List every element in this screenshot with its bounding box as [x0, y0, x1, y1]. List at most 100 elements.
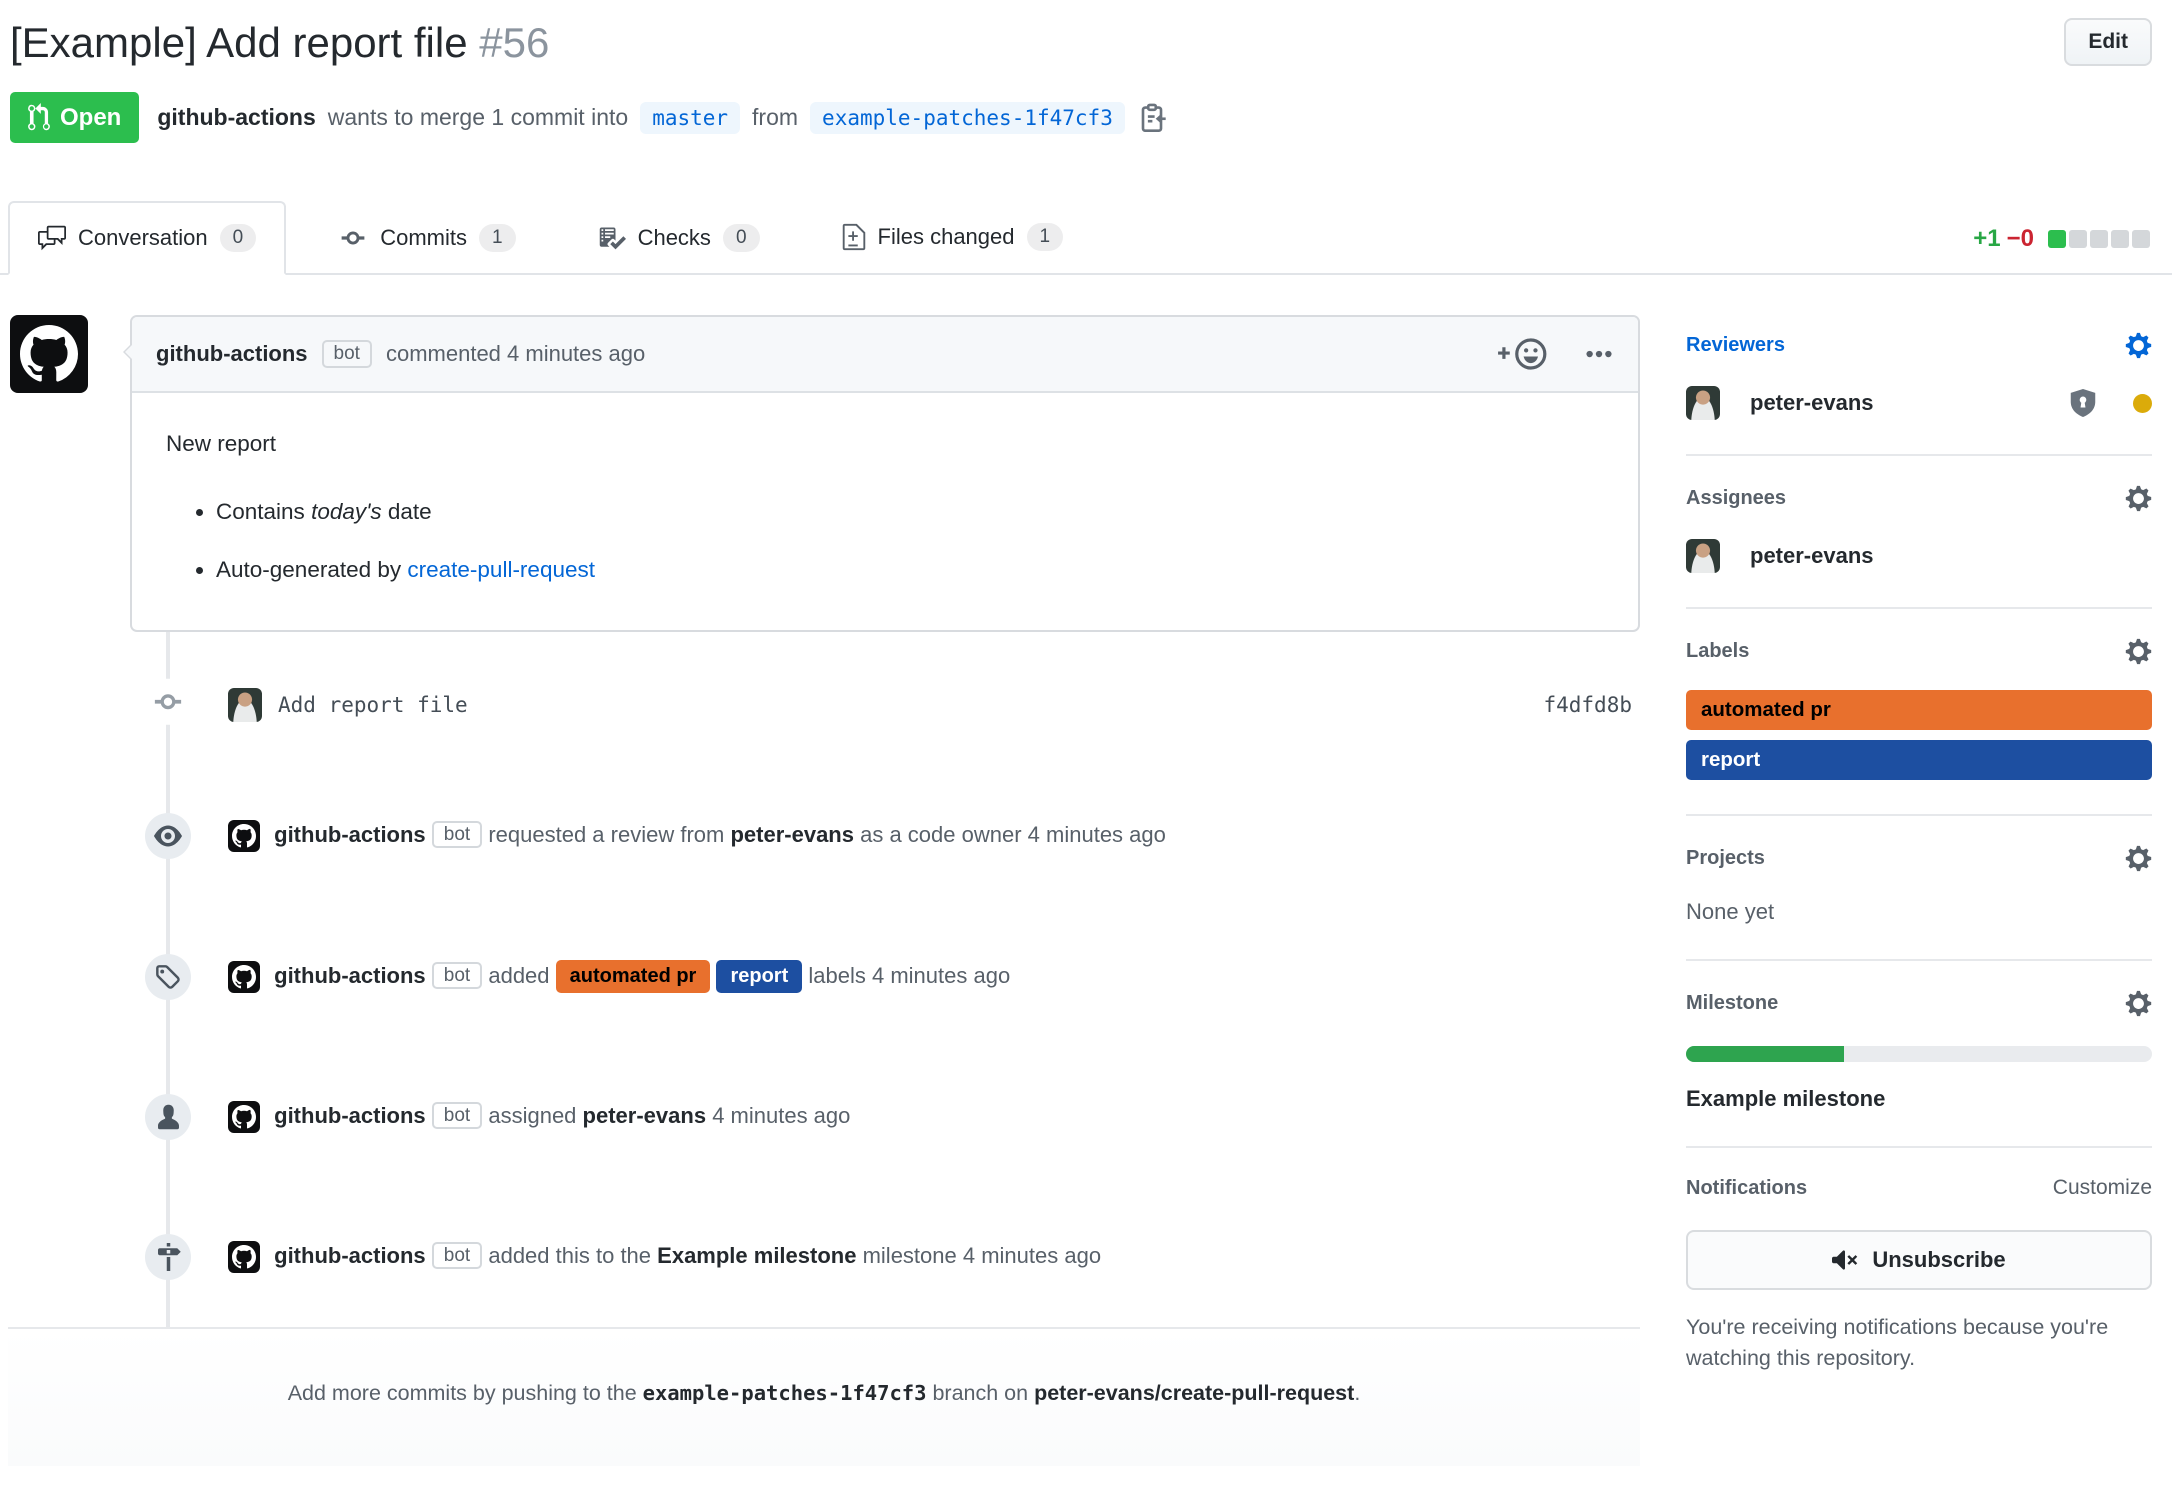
milestone-progress-bar [1686, 1046, 2152, 1062]
diffstat[interactable]: +1 −0 [1973, 225, 2150, 253]
assignees-heading-row[interactable]: Assignees [1686, 484, 2152, 513]
octocat-icon [20, 325, 78, 383]
commit-row: Add report file f4dfd8b [8, 632, 1640, 766]
tab-label: Files changed [878, 224, 1015, 250]
file-diff-icon [842, 222, 866, 252]
tab-checks[interactable]: Checks 0 [568, 201, 790, 275]
sidebar-label-report[interactable]: report [1686, 740, 2152, 780]
tab-label: Commits [380, 225, 467, 251]
reviewer-name-link[interactable]: peter-evans [1750, 390, 1874, 416]
pr-number: #56 [479, 19, 549, 66]
github-actions-avatar[interactable] [10, 315, 88, 393]
edit-button[interactable]: Edit [2064, 18, 2152, 66]
event-actor-avatar[interactable] [228, 961, 260, 993]
pr-status-row: Open github-actions wants to merge 1 com… [10, 92, 2152, 143]
event-subject-link[interactable]: peter-evans [730, 822, 854, 847]
gear-icon[interactable] [2125, 637, 2152, 666]
commit-sha-link[interactable]: f4dfd8b [1543, 693, 1632, 717]
milestone-name-link[interactable]: Example milestone [1686, 1086, 2152, 1112]
timeline-event-milestoned: github-actions bot added this to the Exa… [8, 1187, 1640, 1327]
kebab-menu-button[interactable] [1584, 339, 1614, 369]
tab-files-changed[interactable]: Files changed 1 [812, 199, 1094, 275]
sidebar-label-automated-pr[interactable]: automated pr [1686, 690, 2152, 730]
kebab-horizontal-icon [1584, 339, 1614, 369]
head-branch-label[interactable]: example-patches-1f47cf3 [810, 102, 1125, 134]
projects-heading-row[interactable]: Projects [1686, 844, 2152, 873]
merge-summary: github-actions wants to merge 1 commit i… [157, 102, 1167, 134]
comment-intro: New report [166, 427, 1604, 461]
comment-timestamp-link[interactable]: commented 4 minutes ago [386, 341, 645, 367]
commit-message-link[interactable]: Add report file [278, 693, 468, 717]
label-automated-pr[interactable]: automated pr [556, 960, 711, 993]
event-timestamp-link[interactable]: 4 minutes ago [963, 1243, 1101, 1268]
timeline: Add report file f4dfd8b github-actions b… [8, 632, 1640, 1327]
comment-body: New report Contains today's date Auto-ge… [132, 393, 1638, 630]
event-timestamp-link[interactable]: 4 minutes ago [1028, 822, 1166, 847]
projects-section: Projects None yet [1686, 814, 2152, 959]
label-report[interactable]: report [716, 960, 802, 993]
tab-commits[interactable]: Commits 1 [308, 201, 545, 275]
git-commit-icon [146, 679, 190, 725]
event-text: as a code owner [860, 822, 1021, 847]
pr-author-link[interactable]: github-actions [157, 104, 315, 131]
committer-avatar[interactable] [228, 688, 262, 722]
comment-author-link[interactable]: github-actions [156, 341, 308, 367]
base-branch-label[interactable]: master [640, 102, 740, 134]
timeline-event-assigned: github-actions bot assigned peter-evans … [8, 1047, 1640, 1187]
create-pull-request-link[interactable]: create-pull-request [407, 557, 595, 582]
event-actor-avatar[interactable] [228, 1241, 260, 1273]
gear-icon[interactable] [2125, 484, 2152, 513]
projects-heading: Projects [1686, 847, 1765, 870]
add-reaction-button[interactable] [1498, 337, 1550, 371]
tab-conversation[interactable]: Conversation 0 [8, 201, 286, 275]
event-actor-link[interactable]: github-actions [274, 1243, 426, 1268]
pull-request-page: [Example] Add report file #56 Edit Open … [0, 0, 2172, 1494]
reviewers-heading-row[interactable]: Reviewers [1686, 331, 2152, 360]
customize-link[interactable]: Customize [2053, 1176, 2152, 1200]
assignee-avatar[interactable] [1686, 539, 1720, 573]
event-text: labels [808, 963, 865, 988]
event-timestamp-link[interactable]: 4 minutes ago [712, 1103, 850, 1128]
shield-lock-icon [2069, 389, 2097, 417]
comment-discussion-icon [38, 224, 66, 252]
event-actor-link[interactable]: github-actions [274, 963, 426, 988]
bullet-item: Auto-generated by create-pull-request [216, 553, 1604, 587]
milestone-heading-row[interactable]: Milestone [1686, 989, 2152, 1018]
bullet-item: Contains today's date [216, 495, 1604, 529]
copy-branch-button[interactable] [1137, 103, 1167, 133]
event-actor-avatar[interactable] [228, 820, 260, 852]
gear-icon[interactable] [2125, 989, 2152, 1018]
event-text: requested a review from [488, 822, 724, 847]
timeline-event-labeled: github-actions bot added automated pr re… [8, 906, 1640, 1047]
clipboard-copy-icon [1137, 103, 1167, 133]
assignees-heading: Assignees [1686, 487, 1786, 510]
bot-badge: bot [432, 1242, 482, 1269]
reviewer-avatar[interactable] [1686, 386, 1720, 420]
gear-icon[interactable] [2125, 844, 2152, 873]
unsubscribe-button[interactable]: Unsubscribe [1686, 1230, 2152, 1290]
bullet-text: Auto-generated by [216, 557, 407, 582]
event-actor-link[interactable]: github-actions [274, 822, 426, 847]
comment-actions [1498, 337, 1614, 371]
tab-count-badge: 0 [723, 224, 760, 252]
event-actor-link[interactable]: github-actions [274, 1103, 426, 1128]
footer-text: branch on [927, 1381, 1035, 1405]
milestone-progress-fill [1686, 1046, 1844, 1062]
bot-badge: bot [432, 1102, 482, 1129]
bot-badge: bot [322, 340, 372, 368]
tab-count-badge: 0 [220, 224, 257, 252]
labels-heading-row[interactable]: Labels [1686, 637, 2152, 666]
issue-comment: github-actions bot commented 4 minutes a… [8, 315, 1640, 632]
event-actor-avatar[interactable] [228, 1101, 260, 1133]
discussion-column: github-actions bot commented 4 minutes a… [8, 275, 1640, 1466]
notifications-heading: Notifications [1686, 1177, 1807, 1200]
tab-count-badge: 1 [479, 224, 516, 252]
push-hint-footer: Add more commits by pushing to the examp… [8, 1327, 1640, 1466]
pr-title-text: [Example] Add report file [10, 19, 468, 66]
comment-box: github-actions bot commented 4 minutes a… [130, 315, 1640, 632]
event-subject-link[interactable]: peter-evans [583, 1103, 707, 1128]
assignee-name-link[interactable]: peter-evans [1750, 543, 1874, 569]
event-subject-link[interactable]: Example milestone [657, 1243, 856, 1268]
gear-icon[interactable] [2125, 331, 2152, 360]
event-timestamp-link[interactable]: 4 minutes ago [872, 963, 1010, 988]
